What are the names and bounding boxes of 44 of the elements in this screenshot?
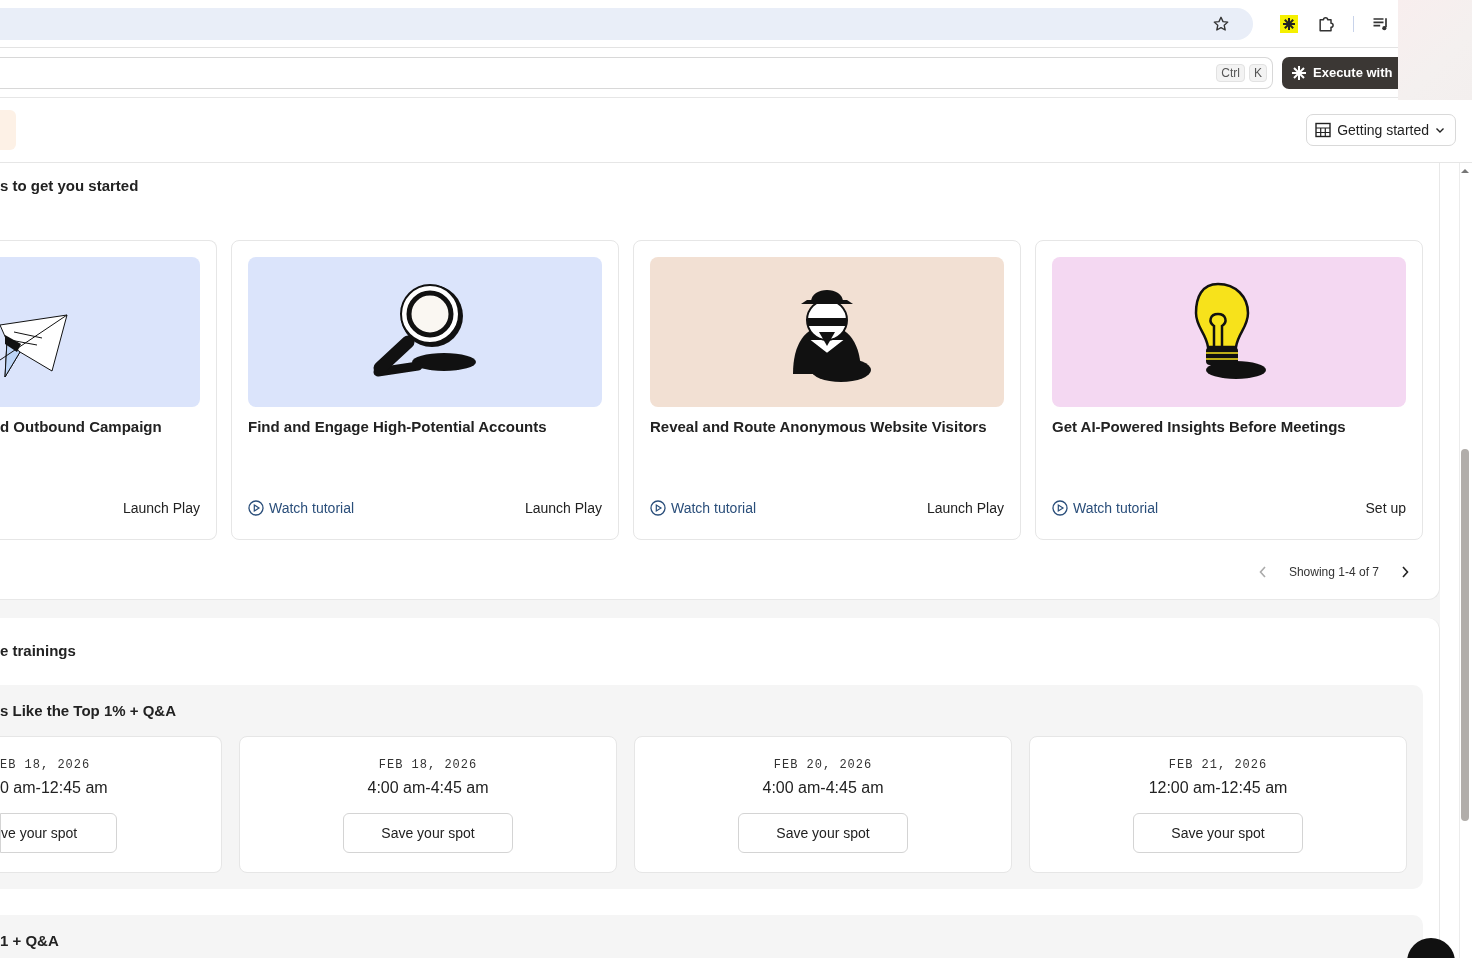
shortcut-key: K bbox=[1249, 63, 1267, 82]
event-date: FEB 21, 2026 bbox=[1168, 758, 1268, 772]
event-date: FEB 20, 2026 bbox=[773, 758, 873, 772]
launch-play-button[interactable]: Set up bbox=[1365, 500, 1406, 516]
save-spot-button[interactable]: Save your spot bbox=[343, 813, 513, 853]
table-icon bbox=[1315, 122, 1332, 138]
next-page-button[interactable] bbox=[1401, 566, 1409, 578]
event-time: 4:00 am-4:45 am bbox=[367, 779, 489, 797]
training-title: s Like the Top 1% + Q&A bbox=[0, 702, 177, 719]
play-title: Find and Engage High-Potential Accounts bbox=[248, 418, 548, 437]
play-circle-icon bbox=[248, 500, 264, 516]
chevron-down-icon bbox=[1435, 125, 1445, 135]
save-spot-button[interactable]: ve your spot bbox=[0, 813, 117, 853]
play-title: d Outbound Campaign bbox=[0, 418, 163, 437]
scrollbar-thumb[interactable] bbox=[1461, 449, 1469, 821]
play-title: Reveal and Route Anonymous Website Visitors bbox=[650, 418, 988, 437]
event-time: 4:00 am-4:45 am bbox=[762, 779, 884, 797]
event-time: 0 am-12:45 am bbox=[0, 779, 108, 797]
search-field[interactable]: Ctrl K bbox=[0, 56, 1273, 89]
watch-tutorial-link[interactable]: Watch tutorial bbox=[1052, 500, 1159, 516]
training-title: 1 + Q&A bbox=[0, 932, 60, 949]
section-title: s to get you started bbox=[0, 177, 140, 194]
star-icon[interactable] bbox=[1212, 14, 1230, 33]
launch-play-button[interactable]: Launch Play bbox=[122, 500, 200, 516]
logo-block bbox=[0, 110, 16, 150]
extension-icon[interactable] bbox=[1280, 14, 1298, 33]
save-spot-button[interactable]: Save your spot bbox=[738, 813, 908, 853]
launch-play-button[interactable]: Launch Play bbox=[926, 500, 1004, 516]
event-time: 12:00 am-12:45 am bbox=[1148, 779, 1288, 797]
play-circle-icon bbox=[650, 500, 666, 516]
watch-tutorial-link[interactable]: Watch tutorial bbox=[248, 500, 355, 516]
watch-tutorial-link[interactable]: Watch tutorial bbox=[650, 500, 757, 516]
scroll-up-icon[interactable] bbox=[1460, 167, 1470, 175]
section-title: e trainings bbox=[0, 642, 77, 659]
save-spot-button[interactable]: Save your spot bbox=[1133, 813, 1303, 853]
event-date: EB 18, 2026 bbox=[0, 758, 91, 772]
play-title: Get AI-Powered Insights Before Meetings bbox=[1052, 418, 1347, 437]
sparkle-icon bbox=[1291, 64, 1307, 81]
shortcut-key: Ctrl bbox=[1216, 63, 1245, 82]
launch-play-button[interactable]: Launch Play bbox=[524, 500, 602, 516]
play-circle-icon bbox=[1052, 500, 1068, 516]
pager-text: Showing 1-4 of 7 bbox=[1288, 565, 1379, 579]
event-date: FEB 18, 2026 bbox=[378, 758, 478, 772]
view-dropdown[interactable]: Getting started bbox=[1306, 114, 1456, 146]
